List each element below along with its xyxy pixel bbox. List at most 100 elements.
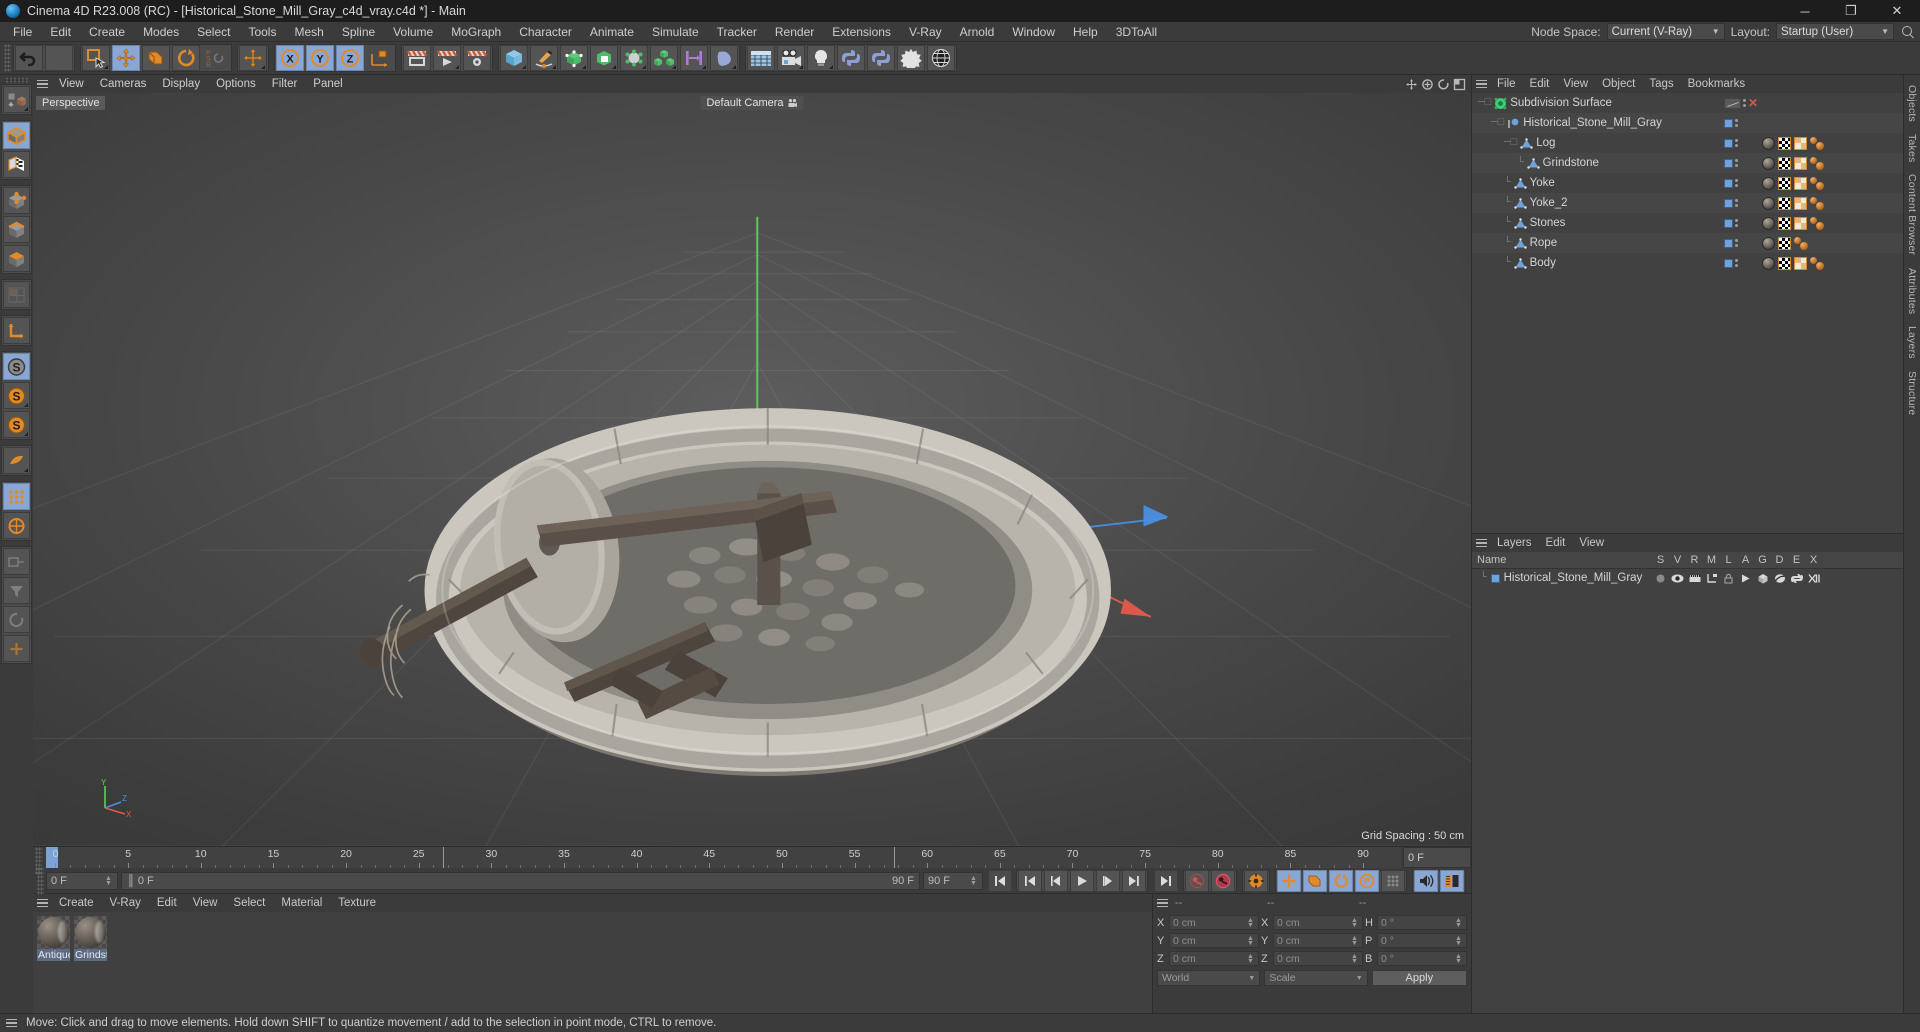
psr-reset-tool[interactable]: PSR	[202, 45, 230, 71]
object-row[interactable]: └ Body	[1472, 253, 1903, 273]
object-menu-bookmarks[interactable]: Bookmarks	[1681, 75, 1753, 93]
light-button[interactable]	[807, 45, 835, 71]
side-tab-content-browser[interactable]: Content Browser	[1906, 168, 1918, 261]
perspective-viewport[interactable]: Perspective Default Camera Grid Spacing …	[33, 93, 1471, 846]
render-to-picture-viewer-button[interactable]	[433, 45, 461, 71]
go-to-start-button[interactable]	[988, 869, 1012, 892]
keyframe-settings-button[interactable]	[1244, 869, 1268, 892]
subdivision-surface-button[interactable]	[560, 45, 588, 71]
object-menu-tags[interactable]: Tags	[1642, 75, 1680, 93]
material-menu-edit[interactable]: Edit	[149, 894, 185, 912]
visibility-dots-icon[interactable]	[1735, 119, 1738, 127]
material-tag-icon[interactable]	[1762, 136, 1775, 150]
viewport-menu-cameras[interactable]: Cameras	[92, 75, 155, 93]
workplane-button[interactable]	[3, 447, 30, 474]
spline-pen-button[interactable]	[530, 45, 558, 71]
deformer-button[interactable]	[620, 45, 648, 71]
viewport-menu-options[interactable]: Options	[208, 75, 264, 93]
menu-modes[interactable]: Modes	[134, 22, 188, 42]
phong-tag-icon[interactable]	[1810, 216, 1825, 230]
coord-pos-y-field[interactable]: 0 cm ▲ ▼	[1169, 933, 1259, 948]
object-color-swatch[interactable]	[1724, 258, 1733, 268]
uvw-tag-icon[interactable]	[1778, 236, 1791, 250]
visibility-dots-icon[interactable]	[1743, 99, 1746, 107]
floor-environment-button[interactable]	[747, 45, 775, 71]
object-menu-hamburger-icon[interactable]	[1472, 75, 1490, 93]
parameter-keyframe-button[interactable]: P	[1355, 869, 1379, 892]
phong-tag-icon[interactable]	[1794, 236, 1809, 250]
uvw-tag-icon[interactable]	[1778, 136, 1791, 150]
menu-simulate[interactable]: Simulate	[643, 22, 708, 42]
object-row[interactable]: └ Stones	[1472, 213, 1903, 233]
live-selection-tool[interactable]	[82, 45, 110, 71]
object-menu-object[interactable]: Object	[1595, 75, 1642, 93]
previous-keyframe-button[interactable]	[1018, 869, 1042, 892]
coordinates-menu-hamburger-icon[interactable]	[1153, 894, 1171, 912]
menu-mograph[interactable]: MoGraph	[442, 22, 510, 42]
menu-v-ray[interactable]: V-Ray	[900, 22, 951, 42]
material-menu-texture[interactable]: Texture	[330, 894, 384, 912]
object-color-swatch[interactable]	[1724, 138, 1733, 148]
menu-arnold[interactable]: Arnold	[951, 22, 1004, 42]
boole-button[interactable]	[590, 45, 618, 71]
selection-tag-icon[interactable]	[1794, 176, 1807, 190]
material-preview[interactable]	[37, 916, 70, 949]
make-editable-button[interactable]	[3, 86, 30, 113]
timeline-view-button[interactable]	[1440, 869, 1464, 892]
status-menu-hamburger-icon[interactable]	[2, 1014, 20, 1032]
material-tag-icon[interactable]	[1762, 156, 1775, 170]
left-toolbar-drag-handle[interactable]	[4, 77, 29, 84]
python-tag-button[interactable]	[867, 45, 895, 71]
object-color-swatch[interactable]	[1724, 218, 1733, 228]
menu-character[interactable]: Character	[510, 22, 581, 42]
object-menu-view[interactable]: View	[1556, 75, 1595, 93]
side-tab-objects[interactable]: Objects	[1906, 79, 1918, 128]
layer-menu-view[interactable]: View	[1572, 534, 1611, 552]
timeline-ruler[interactable]: 0 5 10 15 20 25 30 35 40 45 50 55 60 65 70 75 80 85 90	[46, 847, 1401, 868]
material-menu-view[interactable]: View	[185, 894, 226, 912]
polygon-mode-button[interactable]	[3, 245, 30, 272]
side-tab-attributes[interactable]: Attributes	[1906, 262, 1918, 320]
menu-help[interactable]: Help	[1064, 22, 1107, 42]
timeline-end-field[interactable]: 0 F	[1403, 847, 1471, 868]
tree-expand-icon[interactable]: └	[1504, 217, 1511, 229]
spinner-icon[interactable]: ▲ ▼	[969, 875, 978, 887]
uvw-tag-icon[interactable]	[1778, 216, 1791, 230]
menu-mesh[interactable]: Mesh	[285, 22, 332, 42]
object-row[interactable]: └ Yoke	[1472, 173, 1903, 193]
texture-mode-button[interactable]	[3, 151, 30, 178]
coord-rot-p-field[interactable]: 0 ° ▲ ▼	[1377, 933, 1467, 948]
layer-toggle-cell[interactable]	[1788, 573, 1805, 584]
autokeying-button[interactable]	[1211, 869, 1235, 892]
tree-expand-icon[interactable]: └	[1504, 237, 1511, 249]
apply-button[interactable]: Apply	[1371, 970, 1467, 986]
layer-toggle-cell[interactable]	[1703, 573, 1720, 584]
material-tag-icon[interactable]	[1762, 216, 1775, 230]
layer-toggle-cell[interactable]	[1720, 573, 1737, 584]
menu-window[interactable]: Window	[1003, 22, 1064, 42]
edge-mode-button[interactable]	[3, 216, 30, 243]
menu-create[interactable]: Create	[80, 22, 134, 42]
uvw-tag-icon[interactable]	[1778, 196, 1791, 210]
maximize-button[interactable]: ❐	[1828, 0, 1874, 22]
viewport-menu-hamburger-icon[interactable]	[33, 75, 51, 93]
current-frame-field[interactable]: 0 F ▲ ▼	[46, 871, 118, 890]
render-view-button[interactable]	[403, 45, 431, 71]
uvw-tag-icon[interactable]	[1778, 256, 1791, 270]
object-color-swatch[interactable]	[1724, 158, 1733, 168]
coord-rot-b-field[interactable]: 0 ° ▲ ▼	[1377, 951, 1467, 966]
toolbar-drag-handle[interactable]	[4, 44, 11, 72]
tree-expand-icon[interactable]: └	[1517, 157, 1524, 169]
tree-expand-icon[interactable]: ─□	[1504, 137, 1517, 149]
render-settings-button[interactable]	[463, 45, 491, 71]
viewport-rotate-button[interactable]	[3, 606, 30, 633]
object-color-swatch[interactable]	[1724, 238, 1733, 248]
menu-file[interactable]: File	[4, 22, 41, 42]
redo-button[interactable]	[45, 45, 73, 71]
object-row[interactable]: ─□ Subdivision Surface ✕	[1472, 93, 1903, 113]
globe-button[interactable]	[927, 45, 955, 71]
viewport-add-button[interactable]	[3, 635, 30, 662]
tree-expand-icon[interactable]: └	[1504, 257, 1511, 269]
viewport-menu-view[interactable]: View	[51, 75, 92, 93]
selection-tag-icon[interactable]	[1794, 156, 1807, 170]
